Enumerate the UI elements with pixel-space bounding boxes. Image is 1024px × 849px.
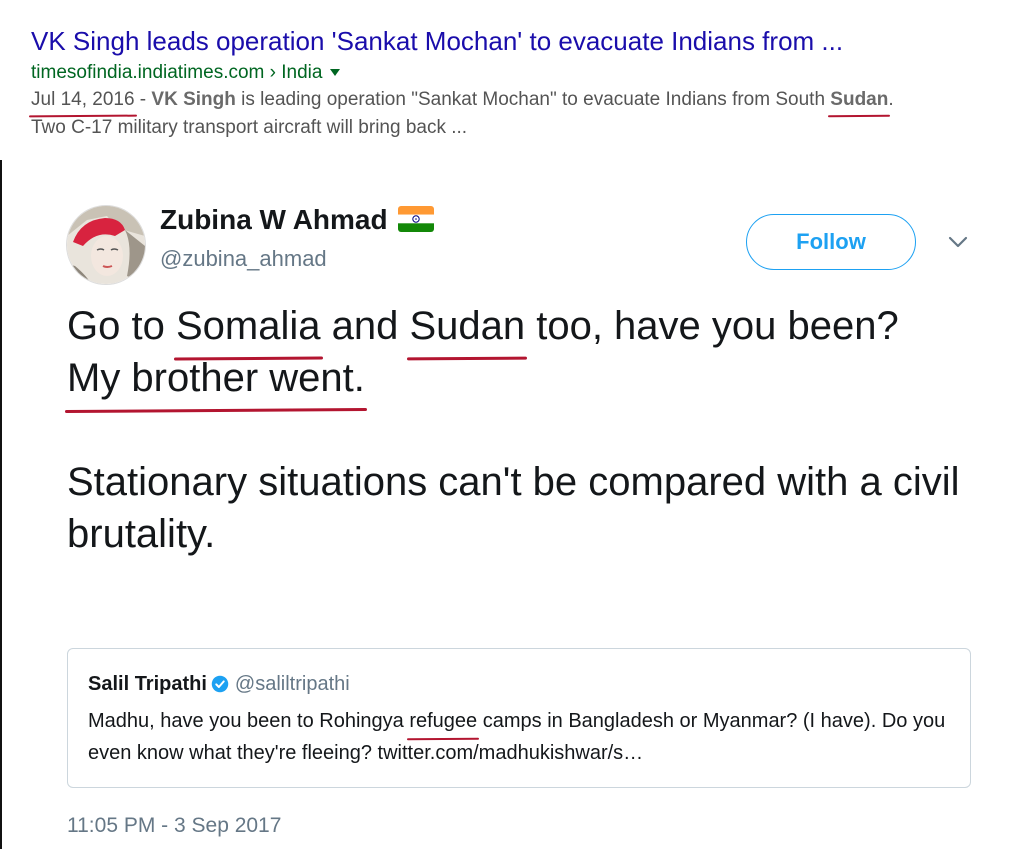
user-handle[interactable]: @zubina_ahmad [160, 246, 327, 272]
tweet-text-segment: and [320, 304, 410, 348]
avatar[interactable] [66, 205, 146, 285]
search-result-title-link[interactable]: VK Singh leads operation 'Sankat Mochan'… [31, 24, 1016, 58]
quoted-tweet-header: Salil Tripathi @saliltripathi [88, 673, 350, 696]
tweet-text-somalia: Somalia [176, 300, 321, 352]
quoted-tweet-text: Madhu, have you been to Rohingya refugee… [88, 705, 958, 769]
snippet-bold-sudan: Sudan [830, 86, 888, 114]
tweet-text: Go to Somalia and Sudan too, have you be… [67, 300, 967, 560]
tweet-text-segment: too, have you been? [525, 304, 899, 348]
follow-button[interactable]: Follow [746, 214, 916, 270]
quoted-tweet[interactable]: Salil Tripathi @saliltripathi Madhu, hav… [67, 648, 971, 788]
tweet-timestamp[interactable]: 11:05 PM - 3 Sep 2017 [67, 814, 281, 838]
search-result-url-text: timesofindia.indiatimes.com › India [31, 62, 323, 83]
user-display-name[interactable]: Zubina W Ahmad [160, 204, 434, 236]
tweet-text-segment: Go to [67, 304, 176, 348]
chevron-down-icon[interactable] [946, 230, 970, 254]
display-name-text: Zubina W Ahmad [160, 204, 388, 235]
india-flag-icon [397, 206, 434, 232]
tweet-line-3: Stationary situations can't be compared … [67, 460, 960, 556]
snippet-end: . [888, 89, 894, 110]
search-result-url[interactable]: timesofindia.indiatimes.com › India [31, 60, 1016, 86]
search-result: VK Singh leads operation 'Sankat Mochan'… [31, 24, 1016, 142]
tweet-card: Zubina W Ahmad @zubina_ahmad Follow Go t… [0, 160, 1024, 849]
snippet-middle: is leading operation "Sankat Mochan" to … [235, 89, 831, 110]
dropdown-caret-icon[interactable] [330, 69, 341, 77]
snippet-line-2: Two C-17 military transport aircraft wil… [31, 117, 468, 138]
tweet-text-sudan: Sudan [409, 300, 525, 352]
tweet-line-2: My brother went. [67, 352, 967, 404]
avatar-image [67, 206, 145, 284]
quoted-text-segment: Madhu, have you been to Rohingya [88, 710, 410, 732]
snippet-bold-name: VK Singh [151, 89, 236, 110]
quoted-text-refugee: refugee [409, 705, 477, 737]
verified-badge-icon [211, 675, 229, 693]
tweet-text-brother: My brother went. [67, 352, 365, 404]
quoted-user-handle: @saliltripathi [234, 673, 350, 695]
tweet-line-1: Go to Somalia and Sudan too, have you be… [67, 300, 967, 352]
quoted-user-name: Salil Tripathi [88, 673, 207, 695]
search-result-snippet: Jul 14, 2016 - VK Singh is leading opera… [31, 86, 1016, 142]
snippet-separator: - [134, 89, 152, 110]
search-result-date: Jul 14, 2016 [31, 86, 135, 114]
